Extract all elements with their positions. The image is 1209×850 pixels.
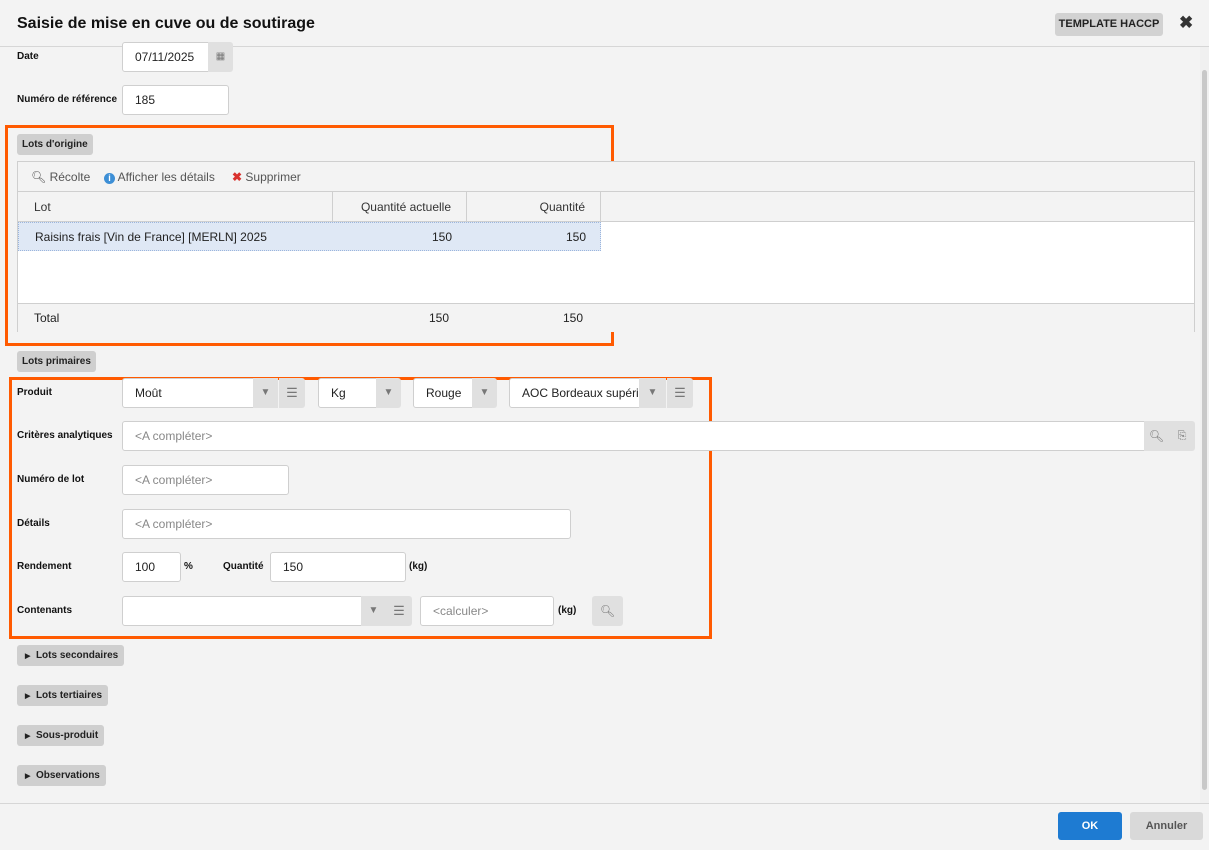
section-sous-produit[interactable]: ▶ Sous-produit	[17, 725, 105, 746]
cancel-button[interactable]: Annuler	[1130, 812, 1203, 840]
contenants-label: Contenants	[17, 605, 72, 616]
search-icon: 🔍︎	[31, 170, 47, 184]
caret-right-icon: ▶	[25, 773, 31, 780]
list-icon[interactable]: ☰	[667, 378, 693, 408]
delete-button[interactable]: ✖ Supprimer	[232, 170, 301, 184]
date-label: Date	[17, 51, 39, 62]
details-button[interactable]: i Afficher les détails	[104, 170, 215, 184]
column-header-filler	[601, 192, 1194, 222]
contenants-select[interactable]	[122, 596, 362, 626]
caret-right-icon: ▶	[25, 693, 31, 700]
rendement-label: Rendement	[17, 561, 72, 572]
column-header-quantity[interactable]: Quantité	[467, 192, 601, 222]
cell-current-quantity: 150	[431, 230, 452, 244]
reference-input[interactable]: 185	[122, 85, 229, 115]
paste-icon[interactable]: ⎘	[1169, 421, 1195, 451]
search-icon[interactable]: 🔍︎	[592, 596, 623, 626]
column-header-current-quantity[interactable]: Quantité actuelle	[333, 192, 467, 222]
grid-toolbar: 🔍︎ Récolte i Afficher les détails ✖ Supp…	[18, 162, 1194, 192]
numero-lot-label: Numéro de lot	[17, 474, 85, 485]
chevron-down-icon[interactable]: ▼	[361, 596, 386, 626]
section-observations[interactable]: ▶ Observations	[17, 765, 106, 786]
section-label: Lots secondaires	[35, 650, 119, 661]
list-icon[interactable]: ☰	[386, 596, 412, 626]
cell-lot: Raisins frais [Vin de France] [MERLN] 20…	[35, 230, 267, 244]
dialog-title: Saisie de mise en cuve ou de soutirage	[17, 15, 315, 32]
color-select[interactable]: Rouge	[413, 378, 473, 408]
reference-label: Numéro de référence	[17, 94, 118, 105]
date-input[interactable]: 07/11/2025	[122, 42, 210, 72]
caret-right-icon: ▶	[25, 653, 31, 660]
chevron-down-icon[interactable]: ▼	[639, 378, 666, 408]
caret-right-icon: ▶	[25, 733, 31, 740]
chevron-down-icon[interactable]: ▼	[253, 378, 278, 408]
delete-x-icon: ✖	[232, 170, 243, 184]
calendar-icon[interactable]: ▦	[208, 42, 233, 72]
lots-origine-grid: 🔍︎ Récolte i Afficher les détails ✖ Supp…	[17, 161, 1195, 332]
numero-lot-input[interactable]: <A compléter>	[122, 465, 289, 495]
section-label: Sous-produit	[35, 730, 99, 741]
section-label: Lots tertiaires	[35, 690, 103, 701]
produit-label: Produit	[17, 387, 52, 398]
section-lots-origine: Lots d'origine	[17, 134, 93, 155]
rendement-input[interactable]: 100	[122, 552, 181, 582]
section-lots-tertiaires[interactable]: ▶ Lots tertiaires	[17, 685, 109, 706]
recolte-button[interactable]: 🔍︎ Récolte	[31, 170, 90, 184]
details-input[interactable]: <A compléter>	[122, 509, 571, 539]
appellation-select[interactable]: AOC Bordeaux supéri	[509, 378, 640, 408]
cell-quantity: 150	[565, 230, 586, 244]
section-lots-primaires: Lots primaires	[17, 351, 96, 372]
list-icon[interactable]: ☰	[279, 378, 305, 408]
info-icon: i	[104, 173, 115, 184]
ok-button[interactable]: OK	[1058, 812, 1122, 840]
template-haccp-button[interactable]: TEMPLATE HACCP	[1055, 13, 1163, 36]
search-icon[interactable]: 🔍︎	[1144, 421, 1169, 451]
details-label: Détails	[17, 518, 50, 529]
delete-label: Supprimer	[245, 170, 301, 184]
criteres-input[interactable]: <A compléter>	[122, 421, 1145, 451]
quantite-input[interactable]: 150	[270, 552, 406, 582]
column-header-lot[interactable]: Lot	[18, 192, 333, 222]
recolte-label: Récolte	[49, 170, 91, 184]
chevron-down-icon[interactable]: ▼	[376, 378, 401, 408]
table-row[interactable]: Raisins frais [Vin de France] [MERLN] 20…	[18, 222, 601, 251]
criteres-label: Critères analytiques	[17, 430, 113, 441]
kg-unit: (kg)	[558, 605, 577, 616]
dialog-footer	[0, 803, 1209, 850]
calculer-input[interactable]: <calculer>	[420, 596, 554, 626]
unit-select[interactable]: Kg	[318, 378, 378, 408]
total-current: 150	[428, 311, 449, 325]
chevron-down-icon[interactable]: ▼	[472, 378, 497, 408]
total-label: Total	[34, 311, 60, 325]
section-lots-secondaires[interactable]: ▶ Lots secondaires	[17, 645, 125, 666]
total-quantity: 150	[562, 311, 583, 325]
details-label: Afficher les détails	[117, 170, 215, 184]
quantite-label: Quantité	[223, 561, 264, 572]
percent-unit: %	[184, 561, 193, 572]
kg-unit: (kg)	[409, 561, 428, 572]
section-label: Observations	[35, 770, 100, 781]
product-select[interactable]: Moût	[122, 378, 254, 408]
scrollbar-thumb[interactable]	[1202, 70, 1207, 790]
grid-total-row: Total 150 150	[18, 303, 1194, 332]
close-icon[interactable]: ✖	[1179, 13, 1193, 33]
